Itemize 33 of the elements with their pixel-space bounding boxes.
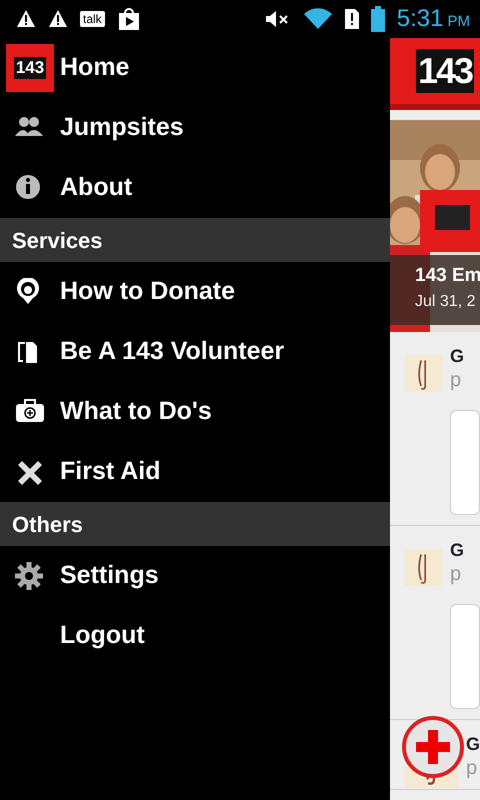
drawer-item[interactable]: Logout <box>0 606 390 666</box>
news-date: Jul 31, 2 <box>415 292 476 312</box>
news-title: 143 Em <box>415 264 480 288</box>
drawer-item[interactable]: Be A 143 Volunteer <box>0 322 390 382</box>
warning-icon <box>48 9 68 29</box>
section-header: Others <box>0 502 390 546</box>
feed-subtitle: p <box>450 562 462 587</box>
drawer-item[interactable]: Settings <box>0 546 390 606</box>
drawer-item[interactable]: About <box>0 158 390 218</box>
feed-subtitle: p <box>466 756 478 781</box>
feed-subtitle: p <box>450 368 462 393</box>
drawer-item[interactable]: First Aid <box>0 442 390 502</box>
talk-icon: talk <box>80 11 105 27</box>
app-logo: 143 <box>6 44 54 92</box>
header-logo: 143 <box>416 49 474 93</box>
battery-icon <box>370 6 385 32</box>
news-card[interactable]: 143 Em Jul 31, 2 <box>390 120 480 332</box>
clock-time: 5:31 <box>396 4 444 34</box>
clock-period: PM <box>448 12 470 32</box>
play-store-icon <box>116 7 141 31</box>
feed-title: G <box>466 734 480 754</box>
settings-icon <box>15 562 45 590</box>
drawer-item[interactable]: What to Do's <box>0 382 390 442</box>
warning-icon <box>16 9 36 29</box>
feed-title: G <box>450 346 466 366</box>
sim-alert-icon <box>344 9 359 29</box>
section-header: Services <box>0 218 390 262</box>
wifi-icon <box>302 8 333 30</box>
drawer-item[interactable]: Jumpsites <box>0 98 390 158</box>
feed-title: G <box>450 540 466 560</box>
drawer-item[interactable]: 143 Home <box>0 38 390 98</box>
cross-icon <box>416 730 450 764</box>
drawer-item[interactable]: How to Donate <box>0 262 390 322</box>
